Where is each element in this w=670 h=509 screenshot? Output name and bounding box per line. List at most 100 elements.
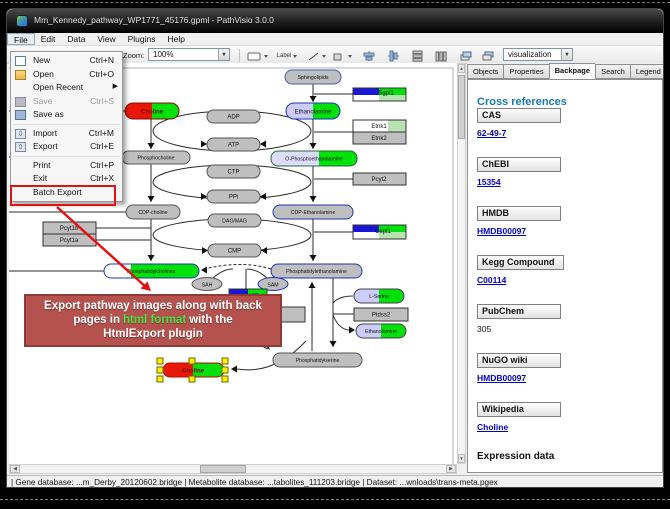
annotation-line1: Export pathway images along with back	[26, 299, 280, 313]
pathway-node-hidden-gene[interactable]	[279, 307, 305, 322]
pathway-node-ethanolamine-bottom[interactable]: Ethanolamine	[356, 324, 406, 338]
xref-link[interactable]: 62-49-7	[477, 128, 506, 138]
node-label: Etnk2	[371, 136, 387, 142]
pathway-node-etnk2[interactable]: Etnk2	[353, 132, 406, 144]
menu-item-open[interactable]: OpenCtrl+O	[11, 68, 122, 82]
xref-link[interactable]: 15354	[477, 177, 501, 187]
xref-source-name: NuGO wiki	[477, 353, 561, 368]
menu-help[interactable]: Help	[162, 33, 191, 45]
pathway-node-l-serine[interactable]: L-Serine	[354, 289, 404, 303]
pathway-node-dag-mag[interactable]: DAG/MAG	[208, 214, 261, 227]
menu-item-save[interactable]: SaveCtrl+S	[11, 95, 122, 109]
pathway-node-cdp-choline[interactable]: CDP-choline	[126, 205, 180, 219]
menu-item-save-as[interactable]: Save as	[11, 108, 122, 122]
chevron-down-icon	[348, 55, 352, 58]
xref-link[interactable]: HMDB00097	[477, 373, 526, 383]
pathway-node-ethanolamine-top[interactable]: Ethanolamine	[286, 103, 340, 119]
menu-item-new[interactable]: NewCtrl+N	[11, 54, 122, 68]
pathway-node-phosphatidylserine[interactable]: Phosphatidylserine	[273, 353, 362, 367]
xref-section-chebi: ChEBI 15354	[477, 157, 662, 190]
shape-tool-button[interactable]	[331, 49, 355, 63]
pathway-node-o-phosphoethanolamine[interactable]: O-Phosphoethanolamine	[271, 151, 357, 166]
zoom-combobox[interactable]: 100% ▼	[148, 48, 230, 61]
distribute-horizontally-button[interactable]	[431, 49, 451, 63]
menu-item-export[interactable]: ⇧ ExportCtrl+E	[11, 140, 122, 154]
annotation-line2: pages inhtml formatwith the	[26, 313, 280, 327]
scroll-left-icon[interactable]: ◀	[10, 465, 20, 473]
pathway-node-atp[interactable]: ATP	[207, 138, 260, 151]
node-label: L-Serine	[369, 294, 389, 300]
scroll-up-icon[interactable]: ▲	[458, 64, 465, 73]
screenshot-frame: Mm_Kennedy_pathway_WP1771_45176.gpml - P…	[0, 0, 670, 509]
xref-link[interactable]: C00114	[477, 275, 506, 285]
pathway-node-ctp[interactable]: CTP	[207, 165, 260, 178]
xref-link[interactable]: Choline	[477, 422, 508, 432]
node-label: CTP	[228, 170, 240, 176]
canvas-horizontal-scrollbar[interactable]: ◀ ▶	[9, 464, 457, 474]
pathway-node-sphingolipids[interactable]: Sphingolipids	[285, 70, 341, 84]
tab-properties[interactable]: Properties	[503, 64, 548, 79]
menu-item-batch-export[interactable]: Batch Export	[11, 186, 122, 200]
pathway-node-ppi[interactable]: PPi	[207, 190, 260, 203]
visualization-value: visualization	[508, 50, 552, 59]
pathway-node-pcyt1b[interactable]: Pcyt1b	[43, 222, 96, 234]
tab-search[interactable]: Search	[595, 64, 630, 79]
horizontal-scroll-thumb[interactable]	[200, 465, 246, 473]
tab-backpage[interactable]: Backpage	[549, 63, 595, 79]
vertical-scroll-thumb[interactable]	[458, 75, 465, 139]
menu-view[interactable]: View	[91, 33, 121, 45]
pathway-node-pcyt1a[interactable]: Pcyt1a	[43, 234, 96, 246]
pathway-node-phosphatidylcholines[interactable]: Phosphatidylcholines	[104, 264, 199, 278]
scroll-right-icon[interactable]: ▶	[446, 465, 456, 473]
chevron-down-icon	[264, 55, 268, 58]
pathway-node-sah[interactable]: SAH	[192, 278, 222, 291]
pathway-node-adp[interactable]: ADP	[207, 110, 260, 123]
send-to-back-button[interactable]	[477, 49, 497, 63]
pathway-node-cept1[interactable]: Cept1	[353, 225, 406, 239]
label-tool-button[interactable]: Label	[273, 49, 303, 63]
pathway-node-choline-top[interactable]: Choline	[125, 103, 179, 119]
scroll-down-icon[interactable]: ▼	[458, 454, 465, 463]
menu-edit[interactable]: Edit	[35, 33, 62, 45]
distribute-horizontally-icon	[436, 52, 439, 61]
node-label: ATP	[228, 143, 239, 149]
node-label: DAG/MAG	[222, 219, 247, 225]
pathway-node-pcyt2[interactable]: Pcyt2	[353, 173, 406, 185]
tab-objects[interactable]: Objects	[467, 64, 503, 79]
node-label: Phosphatidylserine	[296, 358, 340, 364]
menu-item-import[interactable]: ⇩ ImportCtrl+M	[11, 127, 122, 141]
pathway-node-ptdss2[interactable]: Ptdss2	[354, 308, 408, 321]
node-label: Choline	[182, 369, 205, 375]
align-horizontal-center-button[interactable]	[383, 49, 403, 63]
menu-plugins[interactable]: Plugins	[122, 33, 162, 45]
pathway-node-sgpl1[interactable]: Sgpl1	[353, 88, 406, 101]
pathway-node-cmp[interactable]: CMP	[208, 244, 261, 257]
pathway-node-etnk1[interactable]: Etnk1	[353, 120, 406, 132]
line-tool-button[interactable]	[305, 49, 329, 63]
tab-legend[interactable]: Legend	[630, 64, 664, 79]
node-label: CDP-choline	[138, 210, 167, 216]
node-label: CDP-Ethanolamine	[291, 210, 336, 216]
xref-link[interactable]: HMDB00097	[477, 226, 526, 236]
side-panel-tabs: Objects Properties Backpage Search Legen…	[467, 63, 664, 79]
menu-item-print[interactable]: PrintCtrl+P	[11, 159, 122, 173]
menu-data[interactable]: Data	[61, 33, 91, 45]
pathway-node-phosphocholine[interactable]: Phosphocholine	[122, 151, 190, 164]
canvas-vertical-scrollbar[interactable]: ▲ ▼	[457, 63, 466, 464]
menu-item-exit[interactable]: ExitCtrl+X	[11, 172, 122, 186]
align-vertical-center-button[interactable]	[359, 49, 379, 63]
pathway-node-cdp-ethanolamine[interactable]: CDP-Ethanolamine	[273, 205, 353, 219]
menu-item-open-recent[interactable]: Open Recent▶	[11, 81, 122, 95]
pathway-node-phosphatidylethanolamine[interactable]: Phosphatidylethanolamine	[271, 264, 362, 278]
distribute-vertically-button[interactable]	[407, 49, 427, 63]
status-bar: | Gene database: ...m_Derby_20120602.bri…	[7, 475, 663, 488]
pathway-node-choline-selected[interactable]: Choline	[157, 358, 228, 382]
xref-section-kegg: Kegg Compound C00114	[477, 255, 662, 288]
import-icon: ⇩	[15, 129, 26, 139]
menu-file[interactable]: File	[7, 33, 35, 45]
title-bar[interactable]: Mm_Kennedy_pathway_WP1771_45176.gpml - P…	[7, 9, 663, 33]
node-label: Ethanolamine	[365, 329, 397, 335]
datanode-tool-button[interactable]	[245, 49, 271, 63]
visualization-combobox[interactable]: visualization ▼	[503, 48, 573, 61]
bring-to-front-button[interactable]	[455, 49, 475, 63]
